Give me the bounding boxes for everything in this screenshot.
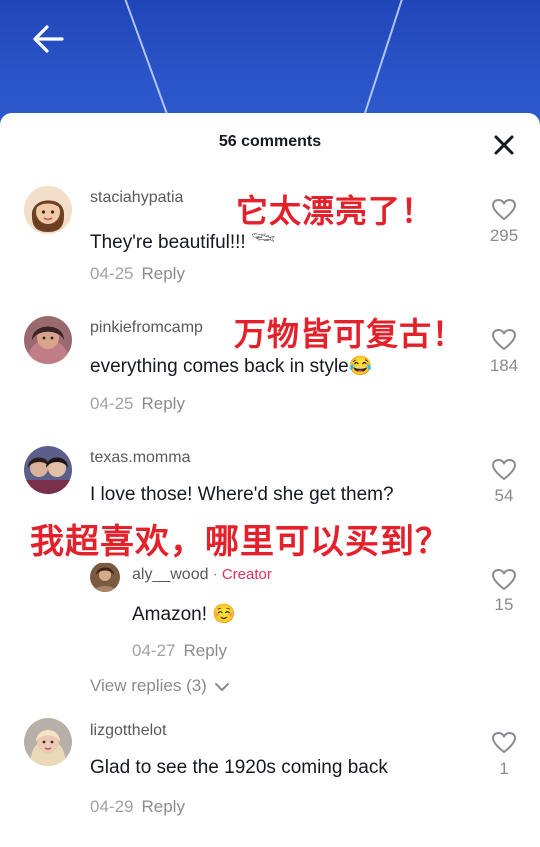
video-background bbox=[0, 0, 540, 130]
comment-text: Glad to see the 1920s coming back bbox=[90, 757, 388, 778]
avatar[interactable] bbox=[90, 562, 120, 592]
reply-meta: 04-27 Reply bbox=[132, 641, 227, 661]
reply-username-row: aly__wood · Creator bbox=[132, 566, 272, 584]
creator-badge: Creator bbox=[221, 566, 272, 583]
heart-icon[interactable] bbox=[491, 328, 517, 352]
comment-date: 04-29 bbox=[90, 797, 134, 816]
reply-button[interactable]: Reply bbox=[183, 641, 226, 660]
reply-text: Amazon! ☺️ bbox=[132, 604, 236, 625]
comment-username[interactable]: lizgotthelot bbox=[90, 722, 167, 740]
translation-overlay: 我超喜欢，哪里可以买到？ bbox=[30, 514, 450, 563]
avatar[interactable] bbox=[24, 446, 72, 494]
video-strap-left bbox=[122, 0, 180, 130]
profile-photo-icon bbox=[24, 718, 72, 766]
reply-date: 04-27 bbox=[132, 641, 176, 660]
translation-overlay: 万物皆可复古！ bbox=[234, 315, 466, 353]
comment-username[interactable]: staciahypatia bbox=[90, 189, 183, 207]
avatar[interactable] bbox=[24, 186, 72, 234]
reply-button[interactable]: Reply bbox=[141, 394, 184, 413]
like-count: 15 bbox=[494, 595, 514, 614]
comment-date: 04-25 bbox=[90, 394, 134, 413]
view-replies-button[interactable]: View replies (3) bbox=[90, 676, 230, 696]
comments-header: 56 comments bbox=[0, 113, 540, 171]
heart-icon[interactable] bbox=[491, 731, 517, 755]
profile-photo-icon bbox=[24, 446, 72, 494]
comment-text: everything comes back in style😂 bbox=[90, 356, 373, 377]
like-count: 1 bbox=[499, 759, 509, 778]
like-count: 54 bbox=[494, 486, 514, 505]
separator-dot: · bbox=[212, 566, 218, 583]
profile-photo-icon bbox=[90, 562, 120, 592]
close-icon[interactable] bbox=[491, 132, 517, 158]
reply-button[interactable]: Reply bbox=[141, 797, 184, 816]
comment-username[interactable]: pinkiefromcamp bbox=[90, 319, 203, 337]
reply-username[interactable]: aly__wood bbox=[132, 566, 209, 583]
avatar[interactable] bbox=[24, 718, 72, 766]
comment-meta: 04-29 Reply bbox=[90, 797, 185, 817]
view-replies-label: View replies (3) bbox=[90, 676, 207, 695]
chevron-down-icon bbox=[214, 682, 229, 691]
comment-meta: 04-25 Reply bbox=[90, 394, 185, 414]
back-arrow-icon[interactable] bbox=[28, 22, 68, 56]
heart-icon[interactable] bbox=[491, 568, 517, 592]
like-count: 295 bbox=[489, 226, 519, 245]
like-count: 184 bbox=[489, 356, 519, 375]
comment-username[interactable]: texas.momma bbox=[90, 449, 190, 467]
heart-icon[interactable] bbox=[491, 198, 517, 222]
comment-date: 04-25 bbox=[90, 264, 134, 283]
profile-photo-icon bbox=[24, 316, 72, 364]
reply-button[interactable]: Reply bbox=[141, 264, 184, 283]
comment-text: I love those! Where'd she get them? bbox=[90, 484, 394, 505]
heart-icon[interactable] bbox=[491, 458, 517, 482]
avatar[interactable] bbox=[24, 316, 72, 364]
translation-overlay: 它太漂亮了！ bbox=[236, 192, 435, 230]
comment-meta: 04-25 Reply bbox=[90, 264, 185, 284]
comments-count: 56 comments bbox=[218, 133, 322, 150]
video-strap-right bbox=[353, 0, 405, 130]
memoji-avatar-icon bbox=[24, 186, 72, 234]
